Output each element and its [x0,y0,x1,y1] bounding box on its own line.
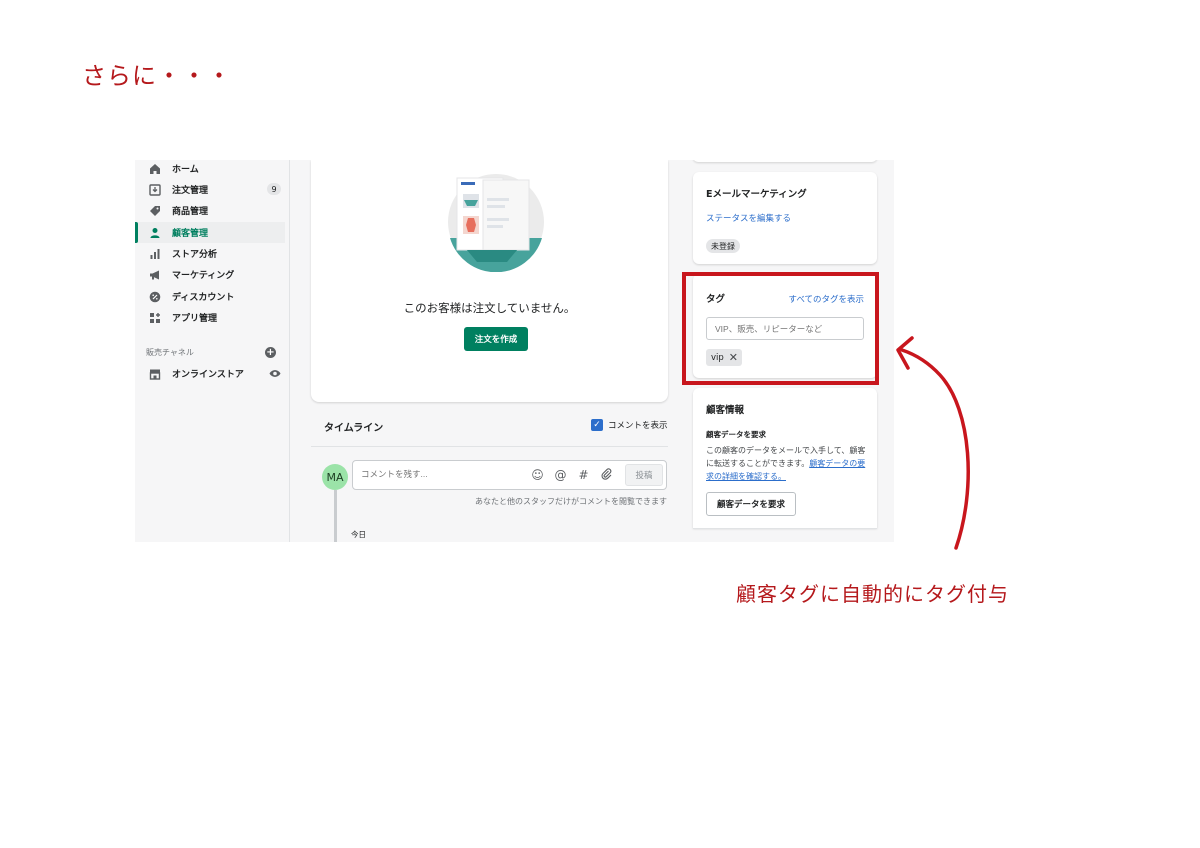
customer-info-title: 顧客情報 [706,405,745,416]
sidebar-item-home[interactable]: ホーム [135,160,285,179]
sidebar-item-analytics[interactable]: ストア分析 [135,243,285,264]
edit-status-link[interactable]: ステータスを編集する [706,212,791,224]
annotation-arrow-icon [896,336,970,550]
email-marketing-card: Eメールマーケティング ステータスを編集する 未登録 [693,172,877,264]
orders-empty-card: このお客様は注文していません。 注文を作成 [311,160,668,402]
sidebar-item-label: 商品管理 [172,207,209,217]
attachment-icon[interactable] [599,468,614,483]
avatar: MA [322,464,348,490]
orders-icon [148,183,161,196]
sidebar: ホーム 注文管理 9 商品管理 顧客管理 ストア分析 マーケティング ディスカウ… [135,160,290,542]
apps-icon [148,311,161,324]
sidebar-item-label: ストア分析 [172,250,218,260]
sidebar-item-label: ディスカウント [172,293,235,303]
hashtag-icon[interactable]: # [576,468,591,483]
request-data-subtitle: 顧客データを要求 [706,430,766,439]
sidebar-item-customers[interactable]: 顧客管理 [135,222,285,243]
tag-icon [148,204,161,217]
sidebar-item-marketing[interactable]: マーケティング [135,264,285,285]
sidebar-item-label: 注文管理 [172,186,209,196]
sidebar-item-label: オンラインストア [172,370,244,380]
home-icon [148,162,161,175]
request-customer-data-button[interactable]: 顧客データを要求 [706,492,796,516]
divider [693,528,877,529]
person-icon [148,226,161,239]
sidebar-item-label: アプリ管理 [172,314,218,324]
sidebar-item-apps[interactable]: アプリ管理 [135,307,285,328]
sidebar-item-products[interactable]: 商品管理 [135,200,285,221]
sales-channels-label: 販売チャネル [146,348,194,357]
eye-icon[interactable] [269,368,281,379]
orders-count-badge: 9 [267,183,281,195]
slide-title: さらに・・・ [82,62,232,90]
comment-box: ☺ @ # 投稿 [352,460,667,490]
timeline-line [334,490,337,542]
previous-card [693,160,877,162]
post-button[interactable]: 投稿 [625,464,663,486]
status-badge: 未登録 [706,239,740,253]
timeline-header: タイムライン ✓ コメントを表示 [311,413,668,447]
timeline-today-label: 今日 [351,530,366,539]
email-marketing-title: Eメールマーケティング [706,189,807,200]
tag-highlight-box [682,272,879,385]
sidebar-item-orders[interactable]: 注文管理 9 [135,179,285,200]
mention-icon[interactable]: @ [553,468,568,483]
comment-input[interactable] [361,469,521,479]
sidebar-item-label: マーケティング [172,271,235,281]
sidebar-item-label: ホーム [172,165,199,175]
empty-orders-message: このお客様は注文していません。 [403,301,576,315]
megaphone-icon [148,268,161,281]
customer-info-card: 顧客情報 顧客データを要求 この顧客のデータをメールで入手して、顧客に転送するこ… [693,388,877,528]
timeline-title: タイムライン [324,423,384,434]
add-channel-icon[interactable]: + [265,347,276,358]
create-order-button[interactable]: 注文を作成 [464,327,528,351]
sidebar-item-online-store[interactable]: オンラインストア [135,363,285,384]
show-comments-checkbox[interactable]: ✓ [591,419,603,431]
store-icon [148,367,161,380]
show-comments-label: コメントを表示 [608,421,668,431]
sidebar-item-discounts[interactable]: ディスカウント [135,286,285,307]
empty-orders-illustration [448,174,544,272]
annotation-caption: 顧客タグに自動的にタグ付与 [736,582,1009,606]
comment-visibility-note: あなたと他のスタッフだけがコメントを閲覧できます [475,497,667,506]
discount-icon [148,290,161,303]
bar-chart-icon [148,247,161,260]
request-data-description: この顧客のデータをメールで入手して、顧客に転送することができます。顧客データの要… [706,444,866,483]
emoji-icon[interactable]: ☺ [530,468,545,483]
sidebar-item-label: 顧客管理 [172,229,209,239]
